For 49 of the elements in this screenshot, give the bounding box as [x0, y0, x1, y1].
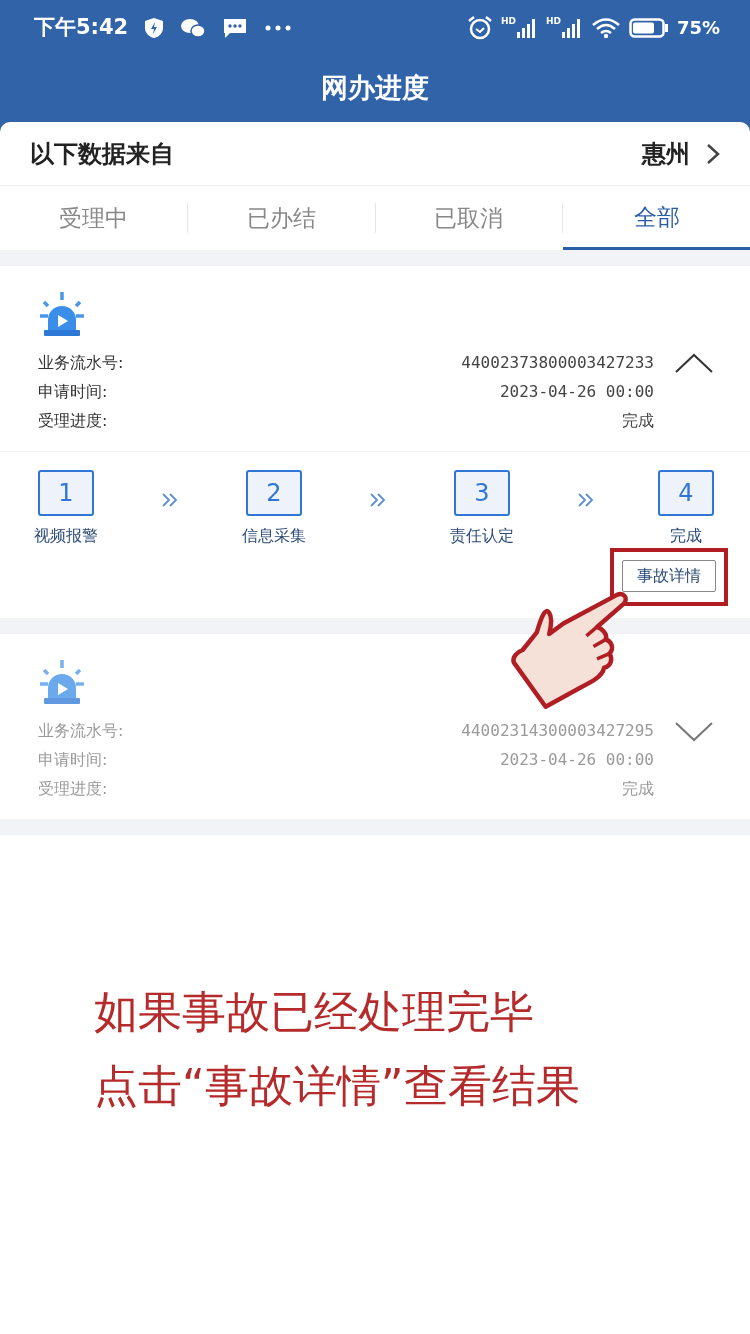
tab[interactable]: 全部: [563, 186, 750, 250]
status-time: 下午5:42: [34, 13, 129, 41]
signal-icon: [560, 16, 583, 39]
field-label: 业务流水号:: [38, 352, 124, 374]
field-label: 申请时间:: [38, 749, 108, 771]
wifi-icon: [590, 16, 621, 39]
field-value: 完成: [622, 410, 654, 432]
step-number: 1: [38, 470, 94, 516]
double-chevron-icon: [161, 492, 179, 508]
page-title: 网办进度: [321, 71, 429, 106]
source-label: 以下数据来自: [30, 138, 174, 170]
field-value: 44002314300003427295: [461, 720, 654, 742]
field-label: 受理进度:: [38, 778, 108, 800]
battery-reading: 75%: [676, 16, 720, 40]
step-label: 责任认定: [450, 525, 514, 547]
more-icon: [264, 23, 293, 32]
tab[interactable]: 受理中: [0, 186, 187, 250]
step-label: 视频报警: [34, 525, 98, 547]
battery-icon: [628, 17, 669, 38]
tab[interactable]: 已取消: [375, 186, 563, 250]
field-label: 受理进度:: [38, 410, 108, 432]
tip-text: 如果事故已经处理完毕: [94, 985, 535, 1039]
field-value: 2023-04-26 00:00: [499, 381, 654, 403]
chevron-right-icon: [706, 142, 720, 165]
field-value: 44002373800003427233: [461, 352, 654, 374]
city-selector[interactable]: 惠州: [642, 135, 720, 172]
shield-icon: [144, 16, 165, 39]
field-label: 申请时间:: [38, 381, 108, 403]
tab[interactable]: 已办结: [187, 186, 375, 250]
tip-text: 点击“事故详情”查看结果: [94, 1059, 581, 1113]
double-chevron-icon: [369, 492, 387, 508]
step-number: 4: [658, 470, 714, 516]
field-label: 业务流水号:: [38, 720, 124, 742]
chat-bubbles-icon: [180, 16, 207, 39]
signal-icon: [515, 16, 538, 39]
field-value: 完成: [622, 778, 654, 800]
step-label: 信息采集: [242, 525, 306, 547]
double-chevron-icon: [577, 492, 595, 508]
signal-label: HD: [545, 16, 561, 26]
message-icon: [222, 16, 249, 39]
expand-icon: [674, 719, 714, 742]
signal-label: HD: [500, 16, 516, 26]
step-label: 完成: [670, 525, 702, 547]
step-number: 3: [454, 470, 510, 516]
collapse-icon: [674, 351, 714, 374]
details-button[interactable]: 事故详情: [622, 560, 716, 592]
alarm-icon: [466, 14, 493, 41]
field-value: 2023-04-26 00:00: [499, 749, 654, 771]
step-number: 2: [246, 470, 302, 516]
